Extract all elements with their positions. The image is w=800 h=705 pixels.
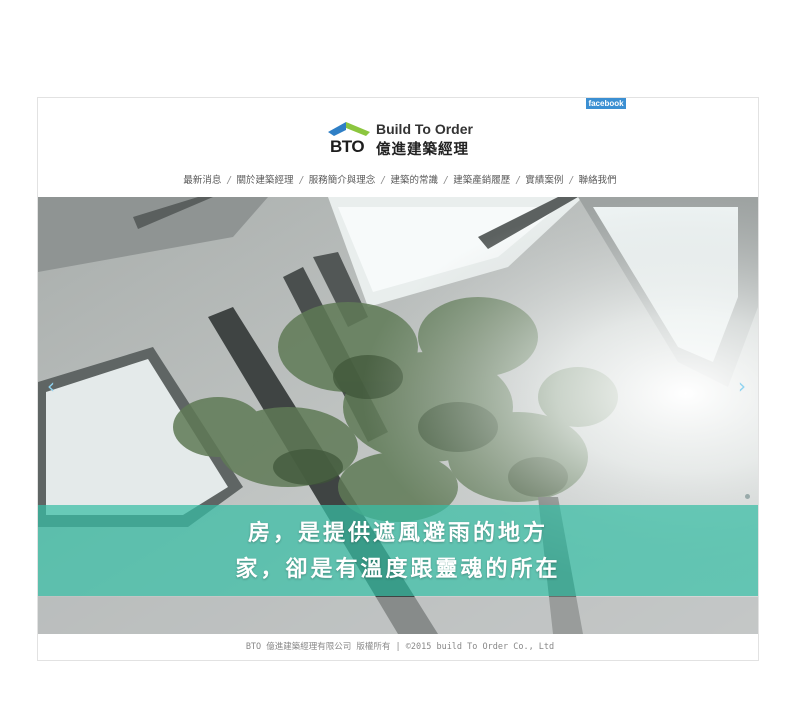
nav-item-history[interactable]: 建築產銷履歷 [453,175,510,186]
nav-item-services[interactable]: 服務簡介與理念 [309,175,376,186]
slider-prev-button[interactable]: ‹ [47,376,55,396]
nav-item-cases[interactable]: 實績案例 [525,175,563,186]
footer-copyright: BTO 億進建築經理有限公司 版權所有 | ©2015 build To Ord… [245,642,555,652]
nav-item-about[interactable]: 關於建築經理 [237,175,294,186]
facebook-link[interactable]: facebook [586,98,626,109]
logo-chinese-name: 億進建築經理 [376,142,469,158]
nav-separator: / [569,175,573,186]
logo-abbr: BTO [330,137,365,156]
nav-separator: / [299,175,303,186]
logo-english-name: Build To Order [376,121,473,137]
nav-item-news[interactable]: 最新消息 [183,175,221,186]
nav-item-knowledge[interactable]: 建築的常識 [390,175,438,186]
caption-line-2: 家，卻是有溫度跟靈魂的所在 [235,556,561,582]
nav-separator: / [227,175,231,186]
hero-caption: 房，是提供遮風避雨的地方 家，卻是有溫度跟靈魂的所在 [38,515,758,587]
nav-separator: / [381,175,385,186]
main-nav: 最新消息 / 關於建築經理 / 服務簡介與理念 / 建築的常識 / 建築產銷履歷 / 實績案例 / 聯絡… [0,172,800,188]
site-logo[interactable]: BTO Build To Order 億進建築經理 [326,118,486,160]
caption-line-1: 房，是提供遮風避雨的地方 [247,520,548,546]
nav-separator: / [516,175,520,186]
slider-dot[interactable] [745,494,750,499]
nav-separator: / [444,175,448,186]
nav-item-contact[interactable]: 聯絡我們 [579,175,617,186]
slider-next-button[interactable]: › [738,376,746,396]
